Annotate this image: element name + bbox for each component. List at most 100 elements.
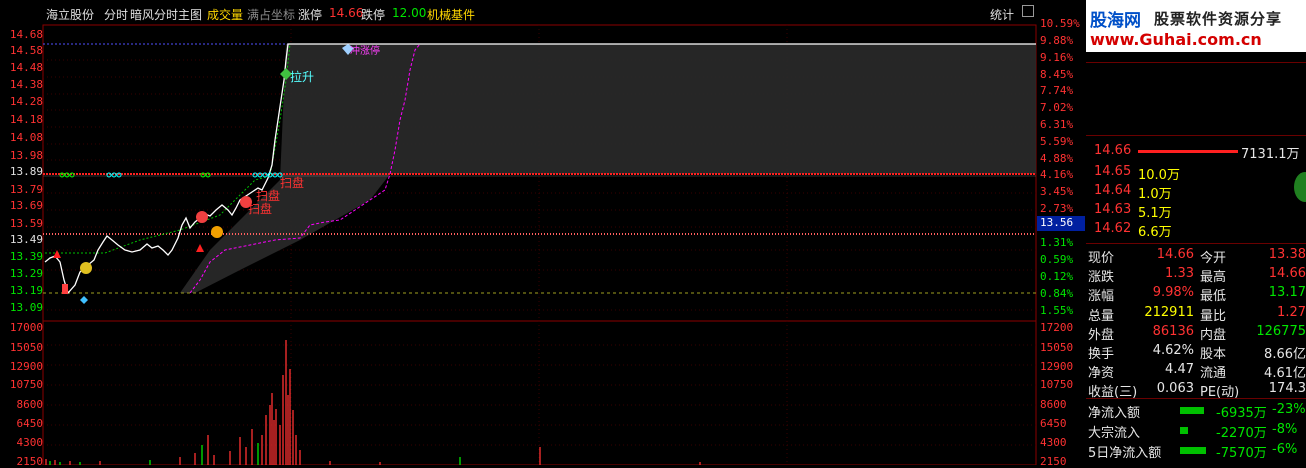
flow-label: 大宗流入 [1088, 426, 1141, 441]
stat-value-2: 174.3 [1268, 381, 1306, 397]
stat-value: 4.47 [1165, 362, 1194, 378]
coord-mode-label[interactable]: 满占坐标 [247, 6, 295, 23]
volume-tick: 4300 [16, 436, 44, 449]
percent-tick: 3.45% [1040, 185, 1074, 198]
main-indicator-label[interactable]: 暗风分时主图 [130, 6, 202, 23]
bid-price: 14.63 [1094, 202, 1132, 217]
current-price-tag: 13.56 [1037, 216, 1085, 231]
limit-down-label: 跌停 [361, 8, 386, 22]
stat-label-2: 今开 [1200, 251, 1227, 266]
flow-label: 净流入额 [1088, 406, 1141, 421]
price-tick: 14.38 [9, 78, 43, 91]
flow-value: -7570万 [1216, 446, 1267, 461]
price-tick: 13.49 [9, 233, 43, 246]
flow-bar [1180, 447, 1206, 454]
percent-tick: 5.59% [1040, 135, 1074, 148]
price-tick: 13.98 [9, 149, 43, 162]
stat-value: 4.62% [1152, 343, 1194, 358]
chart-canvas[interactable] [0, 0, 1086, 465]
bid-price: 14.62 [1094, 221, 1132, 236]
percent-tick: 6.31% [1040, 118, 1074, 131]
price-tick: 14.08 [9, 131, 43, 144]
percent-tick: 4.16% [1040, 168, 1074, 181]
stat-value: 86136 [1152, 323, 1194, 339]
stat-value-2: 4.61亿 [1264, 366, 1306, 382]
stat-value: 1.33 [1165, 266, 1194, 282]
flow-pct: -23% [1272, 402, 1306, 417]
flow-pct: -8% [1272, 422, 1298, 437]
flow-label: 5日净流入额 [1088, 446, 1162, 461]
price-tick: 13.59 [9, 217, 43, 230]
stat-label: 净资 [1088, 366, 1115, 382]
flow-bar [1180, 427, 1188, 434]
limit-up-value: 14.66 [329, 6, 364, 20]
flow-value: -6935万 [1216, 406, 1267, 421]
stat-label-2: 内盘 [1200, 327, 1227, 343]
intraday-chart[interactable]: 拉升 冲涨停 扫盘 扫盘 扫盘 14.68 14.58 14.48 14.38 14.2… [0, 0, 1086, 468]
side-badge-icon[interactable] [1294, 172, 1306, 202]
percent-tick: 1.55% [1040, 304, 1074, 317]
price-tick: 13.09 [9, 301, 43, 314]
percent-tick: 4.88% [1040, 152, 1074, 165]
volume-tick: 15050 [9, 341, 43, 354]
stat-value: 0.063 [1156, 381, 1194, 397]
volume-tick: 17000 [9, 321, 43, 334]
stat-label-2: 股本 [1200, 347, 1227, 362]
stat-value: 9.98% [1152, 285, 1194, 301]
volume-tick: 12900 [9, 360, 43, 373]
view-mode-tab[interactable]: 分时 [104, 6, 128, 23]
logo-site-name: 股海网 [1090, 11, 1141, 31]
percent-tick: 7.74% [1040, 84, 1074, 97]
stat-value-2: 8.66亿 [1264, 347, 1306, 362]
stat-value-2: 1.27 [1277, 304, 1306, 320]
stock-name[interactable]: 海立股份 [46, 6, 94, 23]
volume-indicator-label[interactable]: 成交量 [207, 6, 243, 23]
price-tick: 14.68 [9, 28, 43, 41]
price-tick: 13.39 [9, 250, 43, 263]
stat-label: 收益(三) [1088, 385, 1138, 401]
quote-panel: 14.66 7131.1万 14.65 10.0万 14.64 1.0万 14.63… [1086, 0, 1306, 465]
stat-value-2: 126775 [1256, 323, 1306, 339]
sector-label[interactable]: 机械基件 [427, 6, 475, 23]
limit-down-value: 12.00 [392, 6, 427, 20]
stat-value-2: 14.66 [1268, 266, 1306, 282]
stat-label: 外盘 [1088, 327, 1115, 343]
volume-tick: 10750 [1040, 378, 1074, 391]
stat-value: 212911 [1144, 304, 1194, 320]
volume-tick: 10750 [9, 378, 43, 391]
stat-value: 14.66 [1156, 247, 1194, 262]
volume-tick: 17200 [1040, 321, 1074, 334]
stat-label: 涨跌 [1088, 270, 1115, 286]
ask-volume: 7131.1万 [1241, 147, 1300, 162]
price-tick: 13.19 [9, 284, 43, 297]
stat-value-2: 13.17 [1268, 285, 1306, 301]
price-tick: 14.48 [9, 61, 43, 74]
bid-price: 14.65 [1094, 164, 1132, 179]
bid-volume: 10.0万 [1138, 168, 1180, 183]
restore-icon[interactable] [1022, 5, 1034, 17]
limit-up-label: 涨停 [298, 8, 323, 22]
bid-volume: 6.6万 [1138, 225, 1172, 240]
chart-header: 海立股份 分时 暗风分时主图 成交量 满占坐标 涨停 14.66 跌停 12.0… [0, 0, 1086, 26]
percent-tick: 1.31% [1040, 236, 1074, 249]
price-tick: 13.79 [9, 183, 43, 196]
flow-pct: -6% [1272, 442, 1298, 457]
volume-tick: 15050 [1040, 341, 1074, 354]
stats-button[interactable]: 统计 [990, 6, 1014, 23]
percent-tick: 7.02% [1040, 101, 1074, 114]
logo-slogan: 股票软件资源分享 [1154, 10, 1283, 28]
volume-tick: 4300 [1040, 436, 1067, 449]
sweep-annotation-1: 扫盘 [280, 176, 305, 190]
volume-tick: 12900 [1040, 360, 1074, 373]
stat-label-2: PE(动) [1200, 385, 1240, 401]
percent-tick: 8.45% [1040, 68, 1074, 81]
price-tick: 14.58 [9, 44, 43, 57]
stat-label-2: 最低 [1200, 289, 1227, 305]
bid-volume: 1.0万 [1138, 187, 1172, 202]
stat-label-2: 最高 [1200, 270, 1227, 286]
stat-label: 总量 [1088, 308, 1115, 324]
percent-tick: 2.73% [1040, 202, 1074, 215]
price-tick: 13.89 [9, 165, 43, 178]
percent-tick: 9.88% [1040, 34, 1074, 47]
bid-price: 14.64 [1094, 183, 1132, 198]
